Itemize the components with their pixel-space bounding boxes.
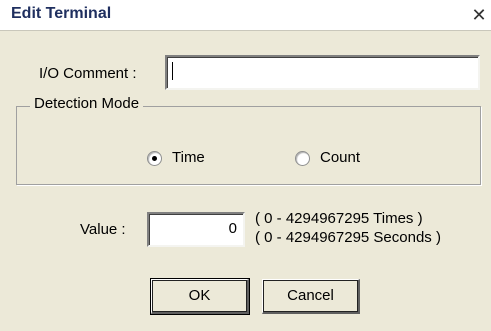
close-icon[interactable]: ✕ [469,5,489,25]
value-input[interactable]: 0 [147,212,245,247]
radio-count[interactable] [295,151,310,166]
range-seconds-text: ( 0 - 4294967295 Seconds ) [255,229,441,246]
io-comment-label: I/O Comment : [39,65,137,82]
title-bar[interactable]: Edit Terminal ✕ [0,0,491,31]
range-times-text: ( 0 - 4294967295 Times ) [255,210,423,227]
edit-terminal-dialog: Edit Terminal ✕ I/O Comment : Detection … [0,0,491,331]
text-caret [172,62,173,80]
cancel-button[interactable]: Cancel [262,279,360,314]
radio-selected-dot [152,156,157,161]
io-comment-input[interactable] [165,55,480,90]
ok-button[interactable]: OK [150,278,250,315]
dialog-title: Edit Terminal [11,5,112,22]
radio-time[interactable] [147,151,162,166]
detection-mode-group [16,106,481,185]
detection-mode-legend: Detection Mode [30,95,144,112]
value-label: Value : [80,221,126,238]
radio-time-label[interactable]: Time [172,149,205,166]
radio-count-label[interactable]: Count [320,149,360,166]
